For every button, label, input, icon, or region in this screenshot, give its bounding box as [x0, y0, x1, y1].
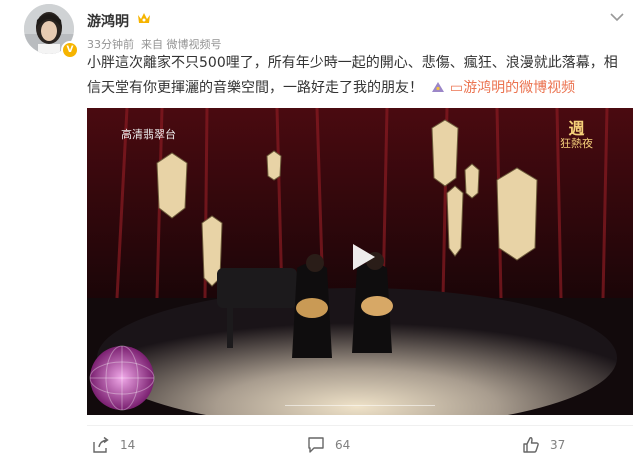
video-link-icon — [432, 82, 445, 92]
post-source[interactable]: 微博视频号 — [167, 38, 222, 51]
username[interactable]: 游鸿明 — [87, 11, 129, 31]
video-link-glyph: ▭ — [449, 80, 464, 96]
post-text: 小胖這次離家不只500哩了，所有年少時一起的開心、悲傷、瘋狂、浪漫就此落幕，相信… — [87, 51, 627, 101]
share-count: 14 — [120, 438, 136, 452]
like-count: 37 — [550, 438, 566, 452]
channel-logo: 高清翡翠台 — [121, 128, 176, 141]
video-link-text: 游鸿明的微博视频 — [463, 80, 576, 96]
show-logo: 週狂熱夜 — [560, 119, 593, 151]
share-button[interactable]: 14 — [92, 435, 135, 455]
share-icon — [93, 436, 109, 453]
like-icon — [523, 437, 539, 453]
comment-icon — [308, 437, 324, 453]
post-meta: 33分钟前 来自 微博视频号 — [87, 36, 222, 52]
post-time[interactable]: 33分钟前 — [87, 38, 134, 51]
video-player[interactable]: 高清翡翠台 週狂熱夜 — [87, 108, 633, 415]
like-button[interactable]: 37 — [522, 435, 565, 455]
video-link[interactable]: ▭游鸿明的微博视频 — [450, 80, 575, 96]
crown-icon[interactable] — [137, 12, 151, 24]
more-chevron-icon[interactable] — [610, 12, 624, 22]
source-prefix: 来自 — [141, 38, 163, 51]
play-icon[interactable] — [345, 240, 379, 274]
show-logo-bottom: 狂熱夜 — [560, 137, 593, 150]
divider — [87, 425, 633, 426]
show-logo-top: 週 — [568, 119, 585, 138]
verified-badge-icon: V — [61, 41, 79, 59]
comment-button[interactable]: 64 — [307, 435, 350, 455]
comment-count: 64 — [335, 438, 351, 452]
video-progress-bar[interactable] — [285, 405, 435, 406]
